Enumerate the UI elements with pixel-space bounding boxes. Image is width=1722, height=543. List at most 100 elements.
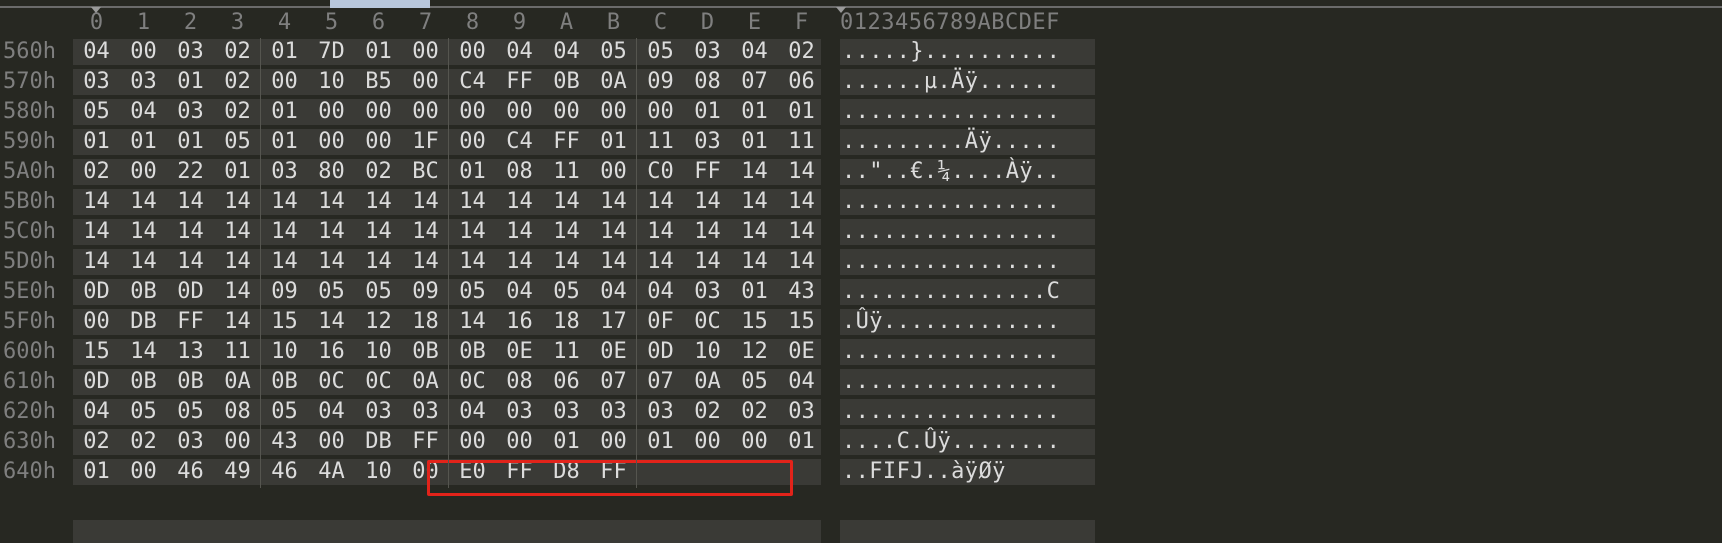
hex-byte[interactable]: 22 (167, 157, 214, 187)
hex-byte[interactable]: 04 (543, 37, 590, 67)
hex-byte[interactable]: 16 (308, 337, 355, 367)
hex-byte[interactable]: 03 (684, 37, 731, 67)
ascii-text[interactable]: ................ (842, 337, 1060, 367)
hex-byte[interactable]: 14 (402, 217, 449, 247)
hex-byte[interactable]: 11 (214, 337, 261, 367)
hex-byte[interactable]: 02 (778, 37, 825, 67)
hex-byte[interactable]: 01 (731, 277, 778, 307)
hex-byte[interactable]: 16 (496, 307, 543, 337)
hex-byte[interactable]: 14 (731, 157, 778, 187)
ascii-text[interactable]: .Ûÿ............. (842, 307, 1060, 337)
hex-byte[interactable]: 14 (449, 187, 496, 217)
hex-byte[interactable]: 00 (496, 97, 543, 127)
hex-byte[interactable]: 01 (778, 427, 825, 457)
hex-byte[interactable]: 00 (684, 427, 731, 457)
hex-byte[interactable]: 14 (637, 187, 684, 217)
hex-byte[interactable]: 14 (167, 217, 214, 247)
hex-byte[interactable]: 1F (402, 127, 449, 157)
hex-byte[interactable]: 14 (449, 247, 496, 277)
hex-byte[interactable]: 05 (543, 277, 590, 307)
hex-byte[interactable]: 03 (778, 397, 825, 427)
hex-byte[interactable]: 04 (120, 97, 167, 127)
hex-byte[interactable]: 05 (73, 97, 120, 127)
hex-byte[interactable]: 18 (543, 307, 590, 337)
hex-byte[interactable]: 0D (73, 367, 120, 397)
hex-byte[interactable]: 0B (167, 367, 214, 397)
hex-byte[interactable]: 14 (778, 157, 825, 187)
hex-byte[interactable]: 14 (590, 187, 637, 217)
hex-byte[interactable]: 00 (449, 97, 496, 127)
hex-byte[interactable]: 14 (308, 217, 355, 247)
hex-byte[interactable]: 0A (590, 67, 637, 97)
hex-byte[interactable]: 0C (355, 367, 402, 397)
hex-byte[interactable]: FF (684, 157, 731, 187)
hex-byte[interactable]: 14 (543, 247, 590, 277)
hex-byte[interactable]: 09 (402, 277, 449, 307)
hex-byte[interactable]: 14 (496, 247, 543, 277)
hex-byte[interactable]: 08 (496, 367, 543, 397)
hex-byte[interactable]: 14 (543, 217, 590, 247)
ascii-text[interactable]: ................ (842, 397, 1060, 427)
hex-byte[interactable]: 14 (684, 187, 731, 217)
hex-byte[interactable]: 07 (731, 67, 778, 97)
hex-byte[interactable]: 7D (308, 37, 355, 67)
hex-byte[interactable]: 01 (731, 97, 778, 127)
hex-byte[interactable]: 14 (73, 217, 120, 247)
hex-byte[interactable]: 00 (355, 97, 402, 127)
hex-byte[interactable]: 0A (214, 367, 261, 397)
hex-byte[interactable]: 02 (684, 397, 731, 427)
hex-byte[interactable]: 0C (684, 307, 731, 337)
ascii-text[interactable]: ..FIFJ..àÿØÿ (842, 457, 1006, 487)
hex-byte[interactable]: 02 (120, 427, 167, 457)
hex-byte[interactable]: 14 (261, 187, 308, 217)
ascii-text[interactable]: .."..€.¼....Àÿ.. (842, 157, 1060, 187)
hex-byte[interactable]: 08 (214, 397, 261, 427)
hex-byte[interactable]: 14 (778, 247, 825, 277)
hex-byte[interactable]: 03 (496, 397, 543, 427)
hex-byte[interactable]: FF (402, 427, 449, 457)
hex-byte[interactable]: 04 (73, 37, 120, 67)
hex-byte[interactable]: 01 (684, 97, 731, 127)
hex-byte[interactable]: 03 (590, 397, 637, 427)
hex-byte[interactable]: 00 (402, 97, 449, 127)
hex-byte[interactable]: 14 (167, 187, 214, 217)
hex-byte[interactable]: 01 (167, 67, 214, 97)
hex-byte[interactable]: 0C (308, 367, 355, 397)
hex-byte[interactable]: 14 (684, 247, 731, 277)
horizontal-scrollbar-thumb[interactable] (330, 0, 430, 8)
hex-byte[interactable]: 0E (590, 337, 637, 367)
hex-byte[interactable]: 14 (449, 307, 496, 337)
hex-byte[interactable]: 01 (778, 97, 825, 127)
hex-byte[interactable]: 14 (449, 217, 496, 247)
hex-byte[interactable]: 02 (214, 37, 261, 67)
hex-byte[interactable]: 46 (261, 457, 308, 487)
hex-byte[interactable]: 00 (543, 97, 590, 127)
hex-byte[interactable]: 08 (684, 67, 731, 97)
hex-byte[interactable]: 03 (637, 397, 684, 427)
hex-byte[interactable]: 0A (402, 367, 449, 397)
hex-byte[interactable]: 04 (778, 367, 825, 397)
hex-byte[interactable]: 04 (731, 37, 778, 67)
hex-byte[interactable]: 11 (543, 157, 590, 187)
hex-byte[interactable]: 0B (543, 67, 590, 97)
hex-byte[interactable]: 00 (731, 427, 778, 457)
hex-byte[interactable]: 11 (637, 127, 684, 157)
hex-byte[interactable]: 08 (496, 157, 543, 187)
ascii-text[interactable]: ...............C (842, 277, 1060, 307)
hex-byte[interactable]: 0E (496, 337, 543, 367)
hex-byte[interactable]: 14 (73, 187, 120, 217)
hex-byte[interactable]: BC (402, 157, 449, 187)
hex-byte[interactable]: B5 (355, 67, 402, 97)
hex-byte[interactable]: 00 (449, 427, 496, 457)
hex-byte[interactable]: C4 (449, 67, 496, 97)
hex-byte[interactable]: 00 (308, 127, 355, 157)
hex-byte[interactable]: 04 (496, 277, 543, 307)
hex-byte[interactable]: 12 (731, 337, 778, 367)
hex-byte[interactable]: 14 (590, 217, 637, 247)
hex-byte[interactable]: 02 (73, 157, 120, 187)
hex-byte[interactable]: 03 (684, 277, 731, 307)
hex-byte[interactable]: 05 (590, 37, 637, 67)
hex-byte[interactable]: 05 (167, 397, 214, 427)
hex-byte[interactable]: 14 (308, 187, 355, 217)
hex-byte[interactable]: 0D (637, 337, 684, 367)
